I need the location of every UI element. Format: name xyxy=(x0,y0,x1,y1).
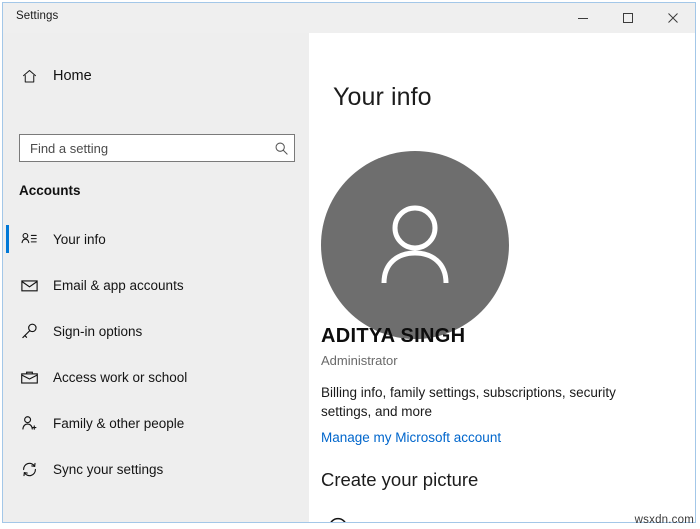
account-description: Billing info, family settings, subscript… xyxy=(321,383,651,421)
sidebar-item-sign-in-options[interactable]: Sign-in options xyxy=(3,308,309,354)
sidebar-item-sync-your-settings[interactable]: Sync your settings xyxy=(3,446,309,492)
sidebar-section-title: Accounts xyxy=(19,183,81,198)
sidebar-item-label: Access work or school xyxy=(53,370,187,385)
home-icon xyxy=(19,68,39,85)
sidebar-item-email-app-accounts[interactable]: Email & app accounts xyxy=(3,262,309,308)
sidebar-nav-list: Your info Email & app accounts xyxy=(3,216,309,492)
watermark: wsxdn.com xyxy=(635,514,694,526)
envelope-icon xyxy=(18,276,40,295)
sidebar-item-family-other-people[interactable]: Family & other people xyxy=(3,400,309,446)
camera-option[interactable]: Camera xyxy=(321,515,421,523)
sidebar-item-label: Family & other people xyxy=(53,416,184,431)
manage-microsoft-account-link[interactable]: Manage my Microsoft account xyxy=(321,430,501,445)
sidebar-item-label: Email & app accounts xyxy=(53,278,184,293)
sidebar-item-your-info[interactable]: Your info xyxy=(3,216,309,262)
screenshot-root: Settings xyxy=(0,0,700,529)
title-bar: Settings xyxy=(3,3,695,33)
search-icon[interactable] xyxy=(268,141,294,156)
minimize-icon xyxy=(577,12,589,24)
sidebar-item-label: Sync your settings xyxy=(53,462,163,477)
camera-label: Camera xyxy=(371,521,421,523)
sidebar-item-home[interactable]: Home xyxy=(3,60,309,92)
window-title: Settings xyxy=(16,10,58,22)
settings-window: Settings xyxy=(2,2,696,523)
page-title: Your info xyxy=(333,83,432,112)
person-add-icon xyxy=(18,414,40,433)
home-label: Home xyxy=(53,68,92,84)
sidebar-item-label: Your info xyxy=(53,232,106,247)
minimize-button[interactable] xyxy=(560,3,605,33)
sync-icon xyxy=(18,460,40,479)
user-role: Administrator xyxy=(321,353,398,368)
search-box[interactable] xyxy=(19,134,295,162)
window-body: Home Accounts xyxy=(3,33,695,522)
contact-card-icon xyxy=(18,230,40,248)
user-name: ADITYA SINGH xyxy=(321,325,465,348)
create-your-picture-heading: Create your picture xyxy=(321,469,478,491)
search-input[interactable] xyxy=(20,141,268,156)
person-avatar-icon xyxy=(365,195,465,295)
close-button[interactable] xyxy=(650,3,695,33)
maximize-icon xyxy=(622,12,634,24)
avatar xyxy=(321,151,509,339)
sidebar: Home Accounts xyxy=(3,33,309,522)
close-icon xyxy=(667,12,679,24)
sidebar-item-access-work-or-school[interactable]: Access work or school xyxy=(3,354,309,400)
maximize-button[interactable] xyxy=(605,3,650,33)
briefcase-icon xyxy=(18,368,40,387)
caption-button-group xyxy=(560,3,695,33)
selection-indicator xyxy=(6,225,9,253)
sidebar-item-label: Sign-in options xyxy=(53,324,142,339)
camera-icon xyxy=(321,515,355,523)
key-icon xyxy=(18,322,40,341)
content-pane: Your info ADITYA SINGH Administrator Bil… xyxy=(309,33,695,522)
